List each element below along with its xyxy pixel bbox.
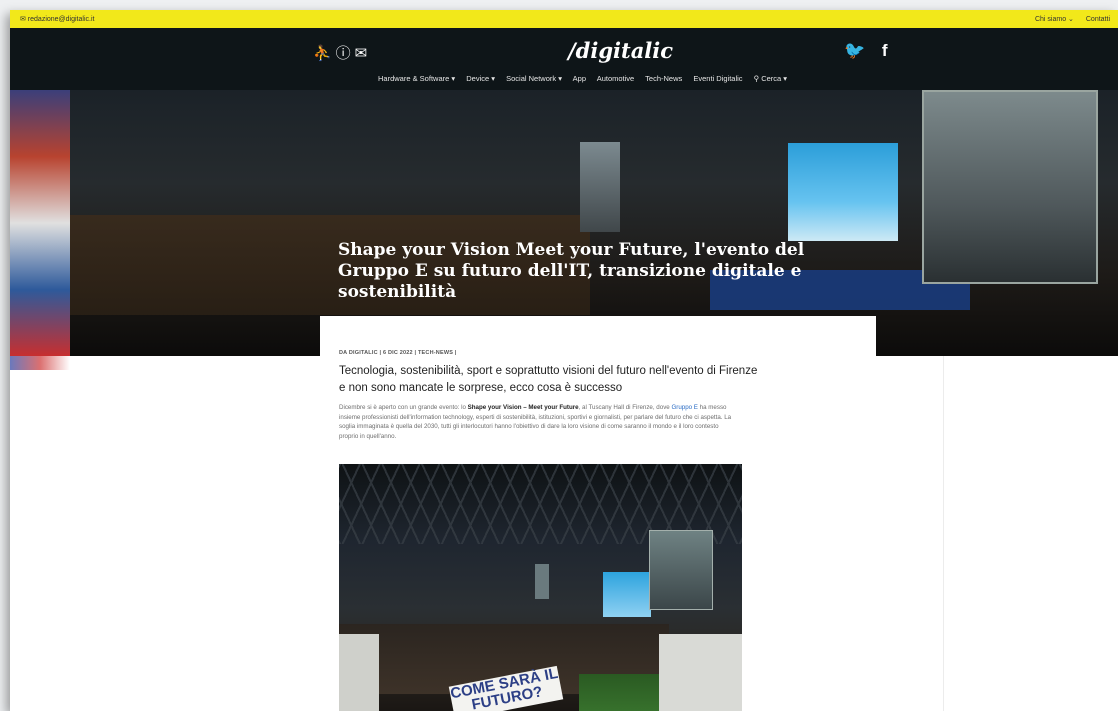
sidebar-divider [943,356,944,711]
nav-item-device[interactable]: Device ▾ [466,74,495,83]
article-photo: COME SARÀ IL FUTURO? [339,464,742,711]
hero-left-stripe [10,90,70,356]
article-card: DA DIGITALIC | 6 DIC 2022 | TECH-NEWS | … [320,316,876,711]
header-left-icons[interactable]: ⛹ⓘ✉ [313,42,371,63]
contatti-link[interactable]: Contatti [1086,16,1110,23]
article-meta: DA DIGITALIC | 6 DIC 2022 | TECH-NEWS | [339,350,457,356]
site-logo[interactable]: /digitalic [568,38,673,63]
social-icons[interactable]: 🐦 f [844,41,894,61]
top-links: Chi siamo ⌄ Contatti [1025,15,1110,23]
browser-page: ✉ redazione@digitalic.it Chi siamo ⌄ Con… [10,10,1118,711]
article-subtitle: Tecnologia, sostenibilità, sport e sopra… [339,365,758,394]
email-link[interactable]: ✉ redazione@digitalic.it [20,15,94,23]
hero-title: Shape your Vision Meet your Future, l'ev… [338,240,805,302]
top-bar: ✉ redazione@digitalic.it Chi siamo ⌄ Con… [10,10,1118,28]
chi-siamo-link[interactable]: Chi siamo ⌄ [1035,16,1074,23]
photo-speaker-screen [649,530,713,610]
photo-wall-right [659,634,742,711]
hero-screen-small [580,142,620,232]
gruppo-e-link[interactable]: Gruppo E [671,404,697,411]
nav-item-hardware[interactable]: Hardware & Software ▾ [378,74,455,83]
site-header: ⛹ⓘ✉ /digitalic 🐦 f Hardware & Software ▾… [10,28,1118,90]
nav-item-automotive[interactable]: Automotive [597,74,635,83]
article-body: Dicembre si è aperto con un grande event… [339,403,739,441]
nav-item-social[interactable]: Social Network ▾ [506,74,562,83]
left-decoration [10,356,70,370]
nav-item-technews[interactable]: Tech-News [645,74,682,83]
nav-item-eventi[interactable]: Eventi Digitalic [693,74,742,83]
nav-item-app[interactable]: App [573,74,586,83]
photo-wall-left [339,634,379,711]
body-intro: Dicembre si è aperto con un grande event… [339,404,468,411]
hero-sky-screen [788,143,898,241]
nav-item-cerca[interactable]: ⚲ Cerca ▾ [754,74,787,83]
photo-sky-screen [603,572,651,617]
body-event-name: Shape your Vision – Meet your Future [467,404,579,411]
body-mid: , al Tuscany Hall di Firenze, dove [578,404,672,411]
main-nav: Hardware & Software ▾ Device ▾ Social Ne… [378,74,796,83]
photo-screen-left [535,564,549,599]
hero-speaker-screen [922,90,1098,284]
